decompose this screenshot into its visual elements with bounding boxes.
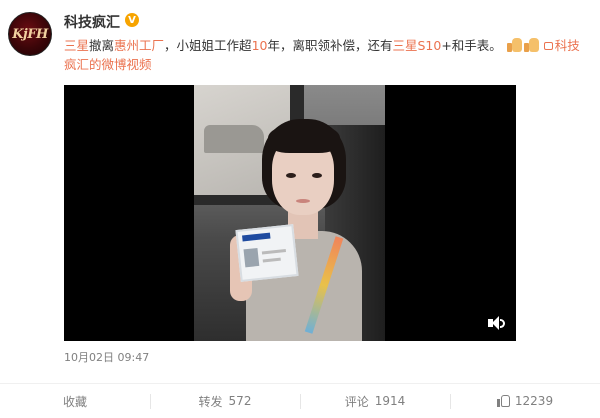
verified-badge-icon: V	[125, 13, 139, 27]
comment-label: 评论	[344, 394, 369, 409]
card-logo-band	[242, 232, 271, 242]
post-text-segment: 年，离职领补偿，还有	[267, 38, 393, 53]
post-keyword: 10	[251, 38, 268, 53]
speaker-icon[interactable]	[488, 315, 506, 331]
mouth	[296, 199, 310, 203]
speaker-cone	[492, 316, 499, 330]
avatar-logo-text: KjFH	[12, 26, 48, 42]
thumbs-up-icon	[496, 395, 510, 407]
thumbs-up-icon	[523, 38, 539, 52]
employee-id-card	[235, 224, 299, 282]
comment-button[interactable]: 评论 1914	[300, 384, 450, 418]
post-text: 三星撤离惠州工厂，小姐姐工作超10年，离职领补偿，还有三星S10+和手表。 科技…	[64, 36, 586, 74]
video-player[interactable]	[64, 85, 516, 341]
left-eye	[286, 173, 296, 178]
post-timestamp[interactable]: 10月02日 09:47	[64, 349, 149, 365]
post-keyword: 三星S10	[392, 38, 442, 53]
post-keyword: 惠州工厂	[114, 38, 165, 53]
post-keyword: 三星	[64, 38, 90, 53]
repost-button[interactable]: 转发 572	[150, 384, 300, 418]
post-text-segment: 撤离	[89, 38, 115, 53]
like-button[interactable]: 12239	[450, 384, 600, 418]
thumbs-up-icon	[506, 38, 522, 52]
right-eye	[312, 173, 322, 178]
sound-wave	[500, 319, 505, 328]
post-text-segment: +和手表。	[441, 38, 502, 53]
card-text-line	[261, 249, 287, 255]
video-frame	[194, 85, 385, 341]
author-name[interactable]: 科技疯汇	[64, 12, 120, 32]
favorite-label: 收藏	[62, 394, 87, 409]
video-link-icon	[543, 42, 553, 50]
post-text-segment: ，小姐姐工作超	[164, 38, 252, 53]
comment-count: 1914	[374, 394, 406, 408]
favorite-button[interactable]: 收藏	[0, 384, 150, 418]
avatar[interactable]: KjFH	[8, 12, 52, 56]
action-bar: 收藏 转发 572 评论 1914 12239	[0, 383, 600, 418]
repost-count: 572	[228, 394, 252, 408]
bangs	[268, 123, 340, 153]
card-photo	[243, 247, 260, 268]
repost-label: 转发	[198, 394, 223, 409]
weibo-post-card: KjFH 科技疯汇 V 三星撤离惠州工厂，小姐姐工作超10年，离职领补偿，还有三…	[0, 0, 600, 418]
like-count: 12239	[514, 394, 554, 408]
card-text-line	[262, 257, 281, 263]
